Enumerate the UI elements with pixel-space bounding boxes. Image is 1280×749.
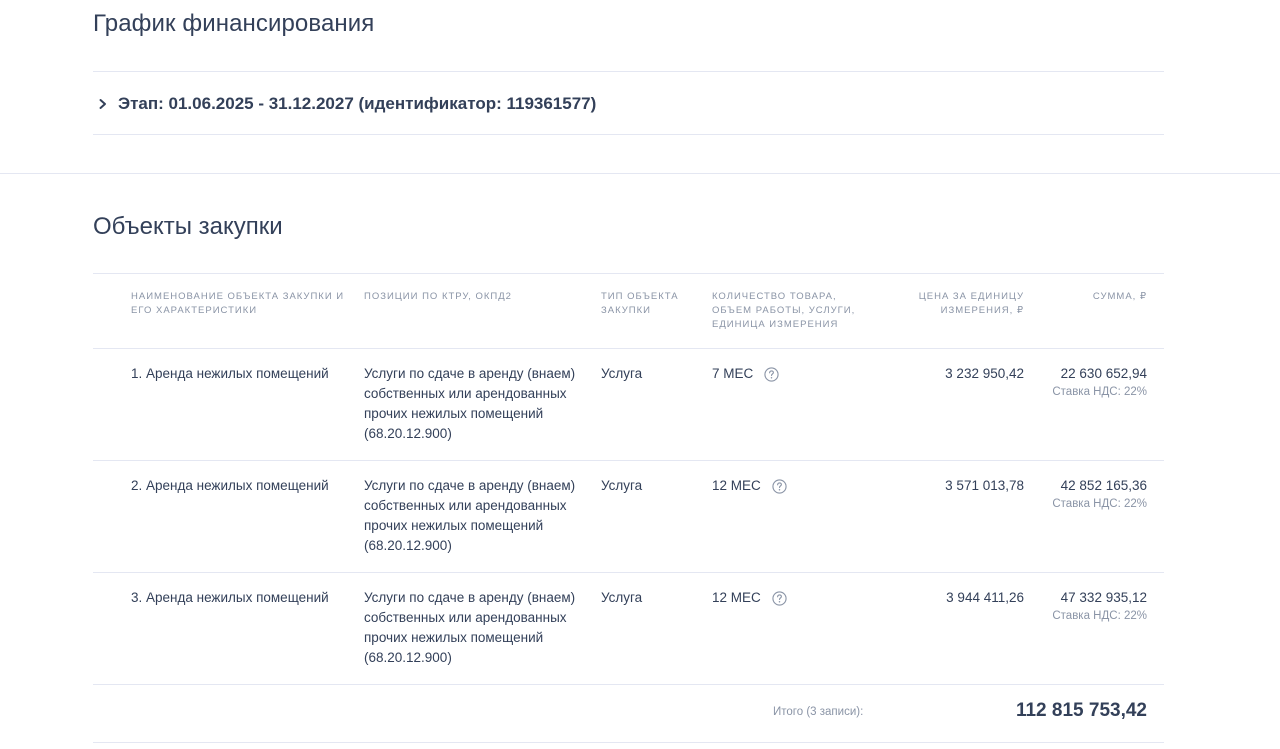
divider [93,572,1164,573]
divider [93,742,1164,743]
row-position: Услуги по сдаче в аренду (внаем) собстве… [364,590,576,665]
help-icon[interactable] [764,366,779,382]
section-divider [0,173,1280,174]
row-quantity: 7 МЕС [712,364,779,384]
header-type: ТИП ОБЪЕКТА ЗАКУПКИ [601,291,679,316]
stage-toggle[interactable]: Этап: 01.06.2025 - 31.12.2027 (идентифик… [96,92,596,116]
stage-label: Этап: 01.06.2025 - 31.12.2027 (идентифик… [118,94,597,113]
row-type: Услуга [601,590,643,605]
row-sum: 22 630 652,94 [1060,366,1147,381]
help-icon[interactable] [772,478,787,494]
row-sum: 42 852 165,36 [1060,478,1147,493]
row-vat: Ставка НДС: 22% [1052,498,1147,510]
header-positions: ПОЗИЦИИ ПО КТРУ, ОКПД2 [364,291,512,302]
header-name: НАИМЕНОВАНИЕ ОБЪЕКТА ЗАКУПКИ И ЕГО ХАРАК… [131,291,345,316]
row-type: Услуга [601,478,643,493]
row-vat: Ставка НДС: 22% [1052,386,1147,398]
row-quantity-value: 12 МЕС [712,590,761,605]
row-name: 1. Аренда нежилых помещений [131,366,329,381]
row-position: Услуги по сдаче в аренду (внаем) собстве… [364,366,576,441]
divider [93,134,1164,135]
objects-title: Объекты закупки [93,213,283,240]
row-quantity: 12 МЕС [712,588,787,608]
row-sum: 47 332 935,12 [1060,590,1147,605]
row-quantity-value: 12 МЕС [712,478,761,493]
row-position: Услуги по сдаче в аренду (внаем) собстве… [364,478,576,553]
divider [93,71,1164,72]
row-vat: Ставка НДС: 22% [1052,610,1147,622]
divider [93,348,1164,349]
financing-title: График финансирования [93,10,375,37]
help-icon[interactable] [772,590,787,606]
row-name: 3. Аренда нежилых помещений [131,590,329,605]
divider [93,273,1164,274]
header-price: ЦЕНА ЗА ЕДИНИЦУ ИЗМЕРЕНИЯ, ₽ [918,291,1024,316]
row-price: 3 232 950,42 [945,366,1024,381]
header-sum: СУММА, ₽ [1092,291,1147,302]
divider [93,460,1164,461]
row-name: 2. Аренда нежилых помещений [131,478,329,493]
row-price: 3 571 013,78 [945,478,1024,493]
row-quantity-value: 7 МЕС [712,366,754,381]
row-quantity: 12 МЕС [712,476,787,496]
total-value: 112 815 753,42 [1015,700,1147,721]
row-price: 3 944 411,26 [946,590,1024,605]
divider [93,684,1164,685]
header-quantity: КОЛИЧЕСТВО ТОВАРА, ОБЪЕМ РАБОТЫ, УСЛУГИ,… [712,291,856,330]
row-type: Услуга [601,366,643,381]
total-label: Итого (3 записи): [773,706,864,718]
chevron-right-icon [99,99,106,109]
